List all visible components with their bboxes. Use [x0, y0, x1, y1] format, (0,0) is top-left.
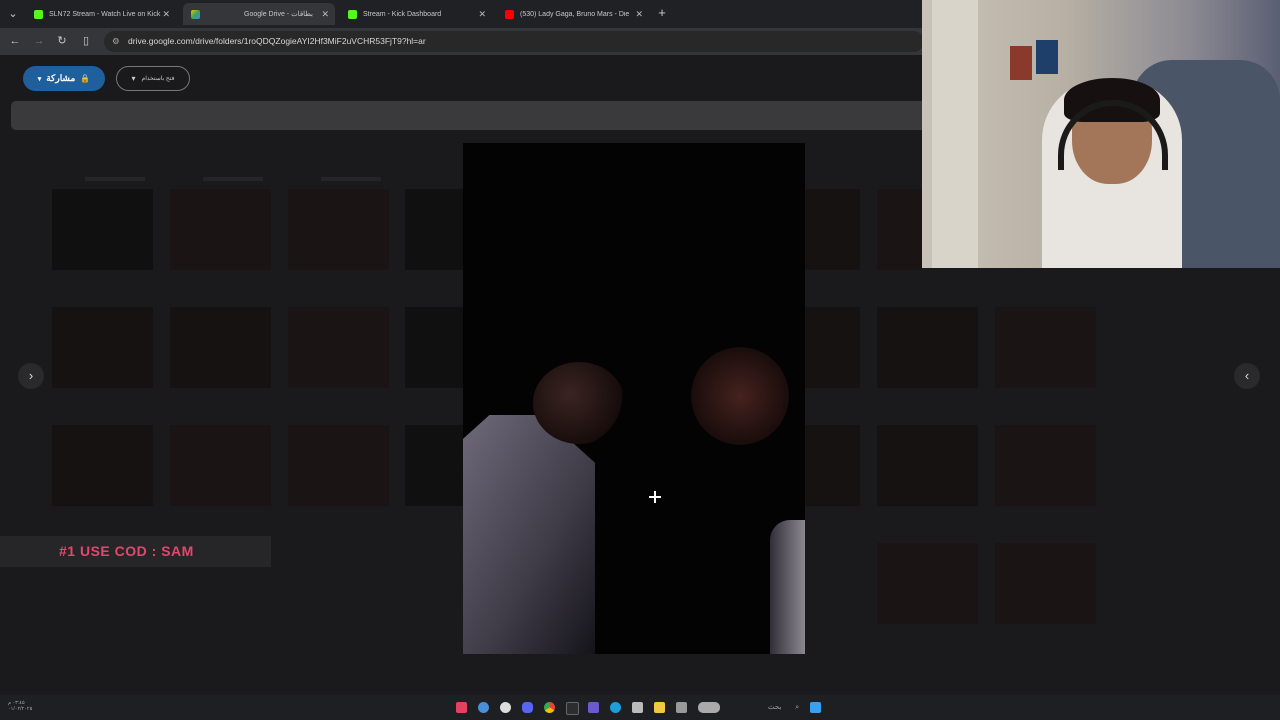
edge-icon[interactable]	[610, 702, 621, 713]
url-text: drive.google.com/drive/folders/1roQDQZog…	[128, 36, 426, 46]
site-info-icon[interactable]: ⚙	[112, 31, 120, 52]
share-button[interactable]: ▾ مشاركة 🔒	[23, 66, 105, 91]
drive-icon	[191, 9, 200, 19]
back-icon[interactable]: ←	[8, 34, 22, 48]
close-icon[interactable]: ✕	[162, 9, 170, 20]
tab-kick-stream[interactable]: SLN72 Stream - Watch Live on Kick ✕	[26, 3, 176, 25]
promo-text: #1 USE COD : SAM	[59, 543, 194, 559]
plus-icon[interactable]: +	[655, 6, 669, 20]
file-thumbnail[interactable]	[805, 425, 860, 506]
tab-youtube[interactable]: (530) Lady Gaga, Bruno Mars - Die With A…	[497, 3, 649, 25]
file-thumbnail[interactable]	[288, 425, 389, 506]
kick-icon	[348, 9, 357, 19]
tab-title: SLN72 Stream - Watch Live on Kick	[49, 10, 161, 18]
tab-search-icon[interactable]: ⌄	[6, 7, 20, 21]
discord-icon[interactable]	[522, 702, 533, 713]
youtube-icon	[505, 9, 514, 19]
file-label	[85, 177, 145, 181]
open-with-button[interactable]: ▾ فتح باستخدام	[116, 66, 190, 91]
search-label: بحث	[768, 704, 782, 711]
system-clock: ٠٣:٤٥ م ٠١/٠٢/٢٠٢٥	[8, 700, 32, 712]
chevron-down-icon: ▾	[131, 74, 136, 83]
preview-photo-face-right	[691, 347, 789, 445]
close-icon[interactable]: ✕	[635, 9, 643, 20]
file-label	[321, 177, 381, 181]
address-bar[interactable]: ⚙ drive.google.com/drive/folders/1roQDQZ…	[104, 31, 924, 52]
file-thumbnail[interactable]	[52, 425, 153, 506]
webcam-poster	[1036, 40, 1058, 74]
file-thumbnail[interactable]	[170, 425, 271, 506]
close-icon[interactable]: ✕	[321, 9, 329, 20]
chrome-icon[interactable]	[544, 702, 555, 713]
webcam-poster	[1010, 46, 1032, 80]
webcam-overlay	[922, 0, 1280, 268]
file-label	[203, 177, 263, 181]
chevron-down-icon: ▾	[37, 75, 42, 83]
clock-date: ٠١/٠٢/٢٠٢٥	[8, 706, 33, 712]
app-icon[interactable]	[478, 702, 489, 713]
app-icon[interactable]	[456, 702, 467, 713]
file-thumbnail[interactable]	[805, 307, 860, 388]
forward-icon[interactable]: →	[32, 34, 46, 48]
app-icon[interactable]	[588, 702, 599, 713]
file-thumbnail[interactable]	[405, 307, 463, 388]
file-thumbnail[interactable]	[170, 307, 271, 388]
file-thumbnail[interactable]	[877, 189, 922, 270]
kick-icon	[34, 9, 43, 19]
webcam-door	[932, 0, 978, 268]
open-with-label: فتح باستخدام	[141, 76, 175, 82]
promo-banner: #1 USE COD : SAM	[0, 536, 271, 567]
search-icon: ⌕	[795, 704, 800, 711]
file-thumbnail[interactable]	[877, 425, 978, 506]
share-label: مشاركة	[46, 73, 76, 83]
file-thumbnail[interactable]	[405, 425, 463, 506]
preview-photo-arm-right	[770, 520, 805, 654]
file-thumbnail[interactable]	[877, 543, 978, 624]
app-icon[interactable]	[698, 702, 720, 713]
app-icon[interactable]	[566, 702, 579, 715]
preview-photo-face-left	[533, 362, 625, 444]
file-thumbnail[interactable]	[288, 307, 389, 388]
file-thumbnail[interactable]	[877, 307, 978, 388]
file-thumbnail[interactable]	[805, 189, 860, 270]
start-icon[interactable]	[810, 702, 821, 713]
file-thumbnail[interactable]	[170, 189, 271, 270]
app-icon[interactable]	[500, 702, 511, 713]
preview-photo-person-left	[463, 415, 595, 654]
lock-icon: 🔒	[80, 74, 91, 83]
app-icon[interactable]	[676, 702, 687, 713]
file-thumbnail[interactable]	[995, 425, 1096, 506]
file-thumbnail[interactable]	[995, 307, 1096, 388]
tab-google-drive[interactable]: Google Drive - بطاقات ✕	[183, 3, 335, 25]
tab-title: Stream - Kick Dashboard	[363, 10, 442, 18]
next-arrow-icon[interactable]: ›	[18, 363, 44, 389]
store-icon[interactable]	[632, 702, 643, 713]
file-thumbnail[interactable]	[405, 189, 463, 270]
file-thumbnail[interactable]	[288, 189, 389, 270]
file-thumbnail[interactable]	[52, 307, 153, 388]
previous-arrow-icon[interactable]: ‹	[1234, 363, 1260, 389]
reload-icon[interactable]: ↻	[55, 34, 69, 48]
tab-title: (530) Lady Gaga, Bruno Mars - Die With A…	[520, 10, 630, 18]
close-icon[interactable]: ✕	[478, 9, 486, 20]
file-thumbnail[interactable]	[995, 543, 1096, 624]
sidebar-icon[interactable]: ▯	[79, 34, 93, 48]
taskbar-search[interactable]: بحث ⌕	[768, 703, 799, 712]
tab-title: Google Drive - بطاقات	[244, 11, 313, 18]
cursor-crosshair-icon	[649, 491, 661, 503]
folder-icon[interactable]	[654, 702, 665, 713]
drive-search-bar[interactable]	[11, 101, 931, 130]
tab-kick-dashboard[interactable]: Stream - Kick Dashboard ✕	[340, 3, 492, 25]
file-thumbnail[interactable]	[52, 189, 153, 270]
